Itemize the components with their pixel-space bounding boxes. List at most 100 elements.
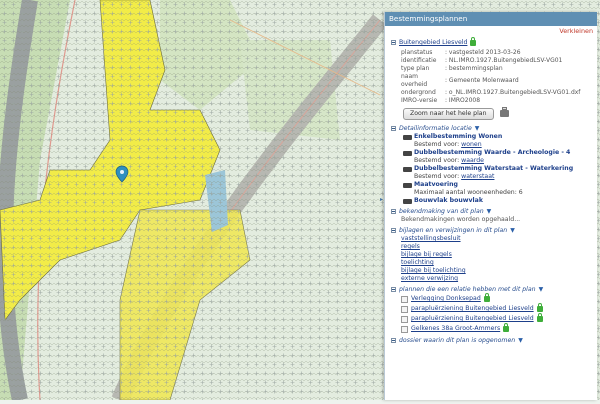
gavel-icon xyxy=(403,134,412,140)
bijlage-link[interactable]: toelichting xyxy=(401,259,593,267)
lock-icon xyxy=(483,293,490,302)
arrow-down-icon[interactable]: ▼ xyxy=(510,226,515,235)
detail-header[interactable]: Detailinformatie locatie ▼ xyxy=(391,124,593,133)
plan-box-icon xyxy=(401,315,408,323)
lock-icon xyxy=(536,303,543,312)
bijlagen-links: vaststellingsbesluit regels bijlage bij … xyxy=(391,235,593,283)
collapse-box-icon[interactable] xyxy=(391,40,396,45)
detail-item-prefix: Bestemd voor: xyxy=(414,141,460,148)
bijlage-link[interactable]: vaststellingsbesluit xyxy=(401,235,593,243)
related-plan[interactable]: Verlegging Donksepad xyxy=(401,293,593,304)
collapse-box-icon[interactable] xyxy=(391,338,396,343)
plan-box-icon xyxy=(401,325,408,333)
property-value: : Gemeente Molenwaard xyxy=(445,77,519,84)
bijlage-link[interactable]: regels xyxy=(401,243,593,251)
arrow-down-icon[interactable]: ▼ xyxy=(518,336,523,345)
plan-name[interactable]: Buitengebied Liesveld xyxy=(399,38,467,47)
collapse-box-icon[interactable] xyxy=(391,287,396,292)
related-plan-link[interactable]: Gelkenes 38a Groot-Ammers xyxy=(411,324,500,334)
arrow-down-icon[interactable]: ▼ xyxy=(539,285,544,294)
dossier-header[interactable]: dossier waarin dit plan is opgenomen ▼ xyxy=(391,336,593,345)
detail-section: Detailinformatie locatie ▼ Enkelbestemmi… xyxy=(385,123,597,206)
related-title: plannen die een relatie hebben met dit p… xyxy=(399,286,536,293)
property-key: naam overheid xyxy=(401,73,428,88)
detail-item-title[interactable]: Maatvoering xyxy=(414,181,458,189)
bijlage-link[interactable]: bijlage bij regels xyxy=(401,251,593,259)
collapse-box-icon[interactable] xyxy=(391,126,396,131)
lock-icon xyxy=(503,323,510,332)
property-row: ondergrond : o_NL.IMRO.1927.BuitengebiedL… xyxy=(401,89,580,97)
property-value: : IMRO2008 xyxy=(445,97,481,104)
bijlage-link[interactable]: bijlage bij toelichting xyxy=(401,267,593,275)
property-key: identificatie xyxy=(401,57,437,64)
detail-item-title[interactable]: Dubbelbestemming Waterstaat - Waterkerin… xyxy=(414,165,573,173)
property-value: : NL.IMRO.1927.BuitengebiedLSV-VG01 xyxy=(445,57,563,64)
detail-item[interactable]: Maatvoering Maximaal aantal wooneenheden… xyxy=(403,181,593,197)
property-row: type plan : bestemmingsplan xyxy=(401,65,580,73)
property-key: type plan xyxy=(401,65,430,72)
collapse-button[interactable]: Verkleinen xyxy=(559,27,593,35)
dossier-title: dossier waarin dit plan is opgenomen xyxy=(399,337,516,344)
detail-item-prefix: Bestemd voor: xyxy=(414,173,460,180)
bijlage-link[interactable]: externe verwijzing xyxy=(401,275,593,283)
property-row: planstatus : vastgesteld 2013-03-26 xyxy=(401,49,580,57)
detail-item[interactable]: Dubbelbestemming Waarde - Archeologie - … xyxy=(403,149,593,165)
plan-properties: planstatus : vastgesteld 2013-03-26 ident… xyxy=(401,49,580,105)
bijlagen-section: bijlagen en verwijzingen in dit plan ▼ v… xyxy=(385,225,597,284)
property-key: ondergrond xyxy=(401,89,436,96)
gavel-icon xyxy=(403,166,412,172)
related-plan[interactable]: Gelkenes 38a Groot-Ammers xyxy=(401,323,593,334)
detail-item-link[interactable]: wonen xyxy=(461,141,482,148)
gavel-icon xyxy=(403,198,412,204)
bijlagen-title: bijlagen en verwijzingen in dit plan xyxy=(399,227,508,234)
gavel-icon xyxy=(403,182,412,188)
related-plan[interactable]: parapluërziening Buitengebied Liesveld xyxy=(401,313,593,324)
plan-header[interactable]: Buitengebied Liesveld xyxy=(391,36,593,47)
detail-item[interactable]: Dubbelbestemming Waterstaat - Waterkerin… xyxy=(403,165,593,181)
panel-subbar: Verkleinen xyxy=(385,26,597,37)
print-icon[interactable] xyxy=(499,106,509,117)
detail-item[interactable]: Bouwvlak bouwvlak xyxy=(403,197,593,205)
collapse-box-icon[interactable] xyxy=(391,209,396,214)
detail-item-title[interactable]: Enkelbestemming Wonen xyxy=(414,133,502,141)
detail-item-prefix: Bestemd voor: xyxy=(414,157,460,164)
detail-title: Detailinformatie locatie xyxy=(399,125,472,132)
property-row: identificatie : NL.IMRO.1927.Buitengebied… xyxy=(401,57,580,65)
property-value: : bestemmingsplan xyxy=(445,65,503,72)
info-panel: Bestemmingsplannen Verkleinen Buitengebi… xyxy=(384,12,597,400)
panel-title: Bestemmingsplannen xyxy=(385,12,597,26)
detail-item-title[interactable]: Bouwvlak bouwvlak xyxy=(414,197,483,205)
related-plan-link[interactable]: parapluërziening Buitengebied Liesveld xyxy=(411,314,534,324)
property-row: IMRO-versie : IMRO2008 xyxy=(401,97,580,105)
detail-item-title[interactable]: Dubbelbestemming Waarde - Archeologie - … xyxy=(414,149,570,157)
property-key: planstatus xyxy=(401,49,433,56)
detail-item[interactable]: Enkelbestemming Wonen Bestemd voor: wone… xyxy=(403,133,593,149)
related-section: plannen die een relatie hebben met dit p… xyxy=(385,284,597,335)
bekendmaking-status: Bekendmakingen worden opgehaald... xyxy=(401,216,521,223)
related-plan-link[interactable]: parapluërziening Buitengebied Liesveld xyxy=(411,304,534,314)
related-header[interactable]: plannen die een relatie hebben met dit p… xyxy=(391,285,593,294)
plan-box-icon xyxy=(401,305,408,313)
arrow-down-icon[interactable]: ▼ xyxy=(475,124,480,133)
property-value: : vastgesteld 2013-03-26 xyxy=(445,49,521,56)
lock-icon xyxy=(470,36,477,46)
property-key: IMRO-versie xyxy=(401,97,438,104)
detail-item-link[interactable]: waarde xyxy=(461,157,484,164)
bekendmaking-header[interactable]: bekendmaking van dit plan ▼ xyxy=(391,207,593,216)
dossier-section: dossier waarin dit plan is opgenomen ▼ xyxy=(385,335,597,346)
bijlagen-header[interactable]: bijlagen en verwijzingen in dit plan ▼ xyxy=(391,226,593,235)
property-value: : o_NL.IMRO.1927.BuitengebiedLSV-VG01.dx… xyxy=(445,89,581,96)
detail-item-link[interactable]: waterstaat xyxy=(461,173,494,180)
property-row: naam overheid : Gemeente Molenwaard xyxy=(401,73,580,89)
zoom-to-plan-button[interactable]: Zoom naar het hele plan xyxy=(403,108,494,120)
plan-section: Buitengebied Liesveld planstatus : vastge… xyxy=(385,36,597,123)
related-plan-link[interactable]: Verlegging Donksepad xyxy=(411,294,481,304)
bekendmaking-title: bekendmaking van dit plan xyxy=(399,208,484,215)
plan-box-icon xyxy=(401,295,408,303)
detail-item-prefix: Maximaal aantal wooneenheden: 6 xyxy=(414,189,523,196)
related-plan[interactable]: parapluërziening Buitengebied Liesveld xyxy=(401,303,593,314)
arrow-down-icon[interactable]: ▼ xyxy=(487,207,492,216)
bekendmaking-section: bekendmaking van dit plan ▼ Bekendmaking… xyxy=(385,206,597,225)
collapse-box-icon[interactable] xyxy=(391,228,396,233)
gavel-icon xyxy=(403,150,412,156)
